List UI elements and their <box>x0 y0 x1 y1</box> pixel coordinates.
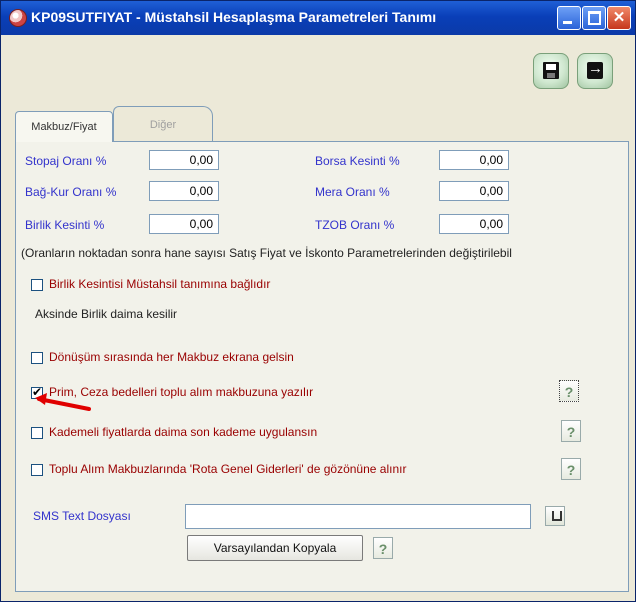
exit-button[interactable] <box>577 53 613 89</box>
bagkur-label: Bağ-Kur Oranı % <box>25 185 117 199</box>
main-window: KP09SUTFIYAT - Müstahsil Hesaplaşma Para… <box>0 0 636 602</box>
prim-help-button[interactable]: ? <box>559 380 579 402</box>
app-icon <box>9 9 27 27</box>
bagkur-field[interactable]: 0,00 <box>149 181 219 201</box>
kademe-checkbox[interactable] <box>31 427 43 439</box>
mera-label: Mera Oranı % <box>315 185 390 199</box>
borsa-field[interactable]: 0,00 <box>439 150 509 170</box>
sms-label: SMS Text Dosyası <box>33 509 131 523</box>
copy-help-button[interactable]: ? <box>373 537 393 559</box>
rota-help-button[interactable]: ? <box>561 458 581 480</box>
sub-note: Aksinde Birlik daima kesilir <box>35 307 178 321</box>
stopaj-field[interactable]: 0,00 <box>149 150 219 170</box>
mera-field[interactable]: 0,00 <box>439 181 509 201</box>
birlik-checkbox[interactable] <box>31 279 43 291</box>
kademe-checkbox-label: Kademeli fiyatlarda daima son kademe uyg… <box>49 425 318 439</box>
exit-icon <box>587 60 603 79</box>
rota-checkbox-label: Toplu Alım Makbuzlarında 'Rota Genel Gid… <box>49 462 407 476</box>
donusum-checkbox[interactable] <box>31 352 43 364</box>
tab-diger[interactable]: Diğer <box>113 106 213 143</box>
tzob-label: TZOB Oranı % <box>315 218 395 232</box>
donusum-checkbox-label: Dönüşüm sırasında her Makbuz ekrana gels… <box>49 350 294 364</box>
floppy-disk-icon <box>543 62 559 79</box>
minimize-icon[interactable] <box>557 6 581 30</box>
birlik-field[interactable]: 0,00 <box>149 214 219 234</box>
save-button[interactable] <box>533 53 569 89</box>
rota-checkbox[interactable] <box>31 464 43 476</box>
copy-defaults-button[interactable]: Varsayılandan Kopyala <box>187 535 363 561</box>
kademe-help-button[interactable]: ? <box>561 420 581 442</box>
birlik-checkbox-label: Birlik Kesintisi Müstahsil tanımına bağl… <box>49 277 271 291</box>
rate-note: (Oranların noktadan sonra hane sayısı Sa… <box>21 246 512 260</box>
tzob-field[interactable]: 0,00 <box>439 214 509 234</box>
sms-file-input[interactable] <box>185 504 531 529</box>
borsa-label: Borsa Kesinti % <box>315 154 400 168</box>
red-arrow-icon <box>35 393 91 411</box>
title-bar[interactable]: KP09SUTFIYAT - Müstahsil Hesaplaşma Para… <box>1 1 635 35</box>
tab-makbuz-fiyat[interactable]: Makbuz/Fiyat <box>15 111 113 142</box>
window-title: KP09SUTFIYAT - Müstahsil Hesaplaşma Para… <box>31 9 437 25</box>
maximize-icon[interactable] <box>582 6 606 30</box>
close-icon[interactable] <box>607 6 631 30</box>
stopaj-label: Stopaj Oranı % <box>25 154 107 168</box>
birlik-label: Birlik Kesinti % <box>25 218 105 232</box>
browse-file-button[interactable] <box>545 506 565 526</box>
